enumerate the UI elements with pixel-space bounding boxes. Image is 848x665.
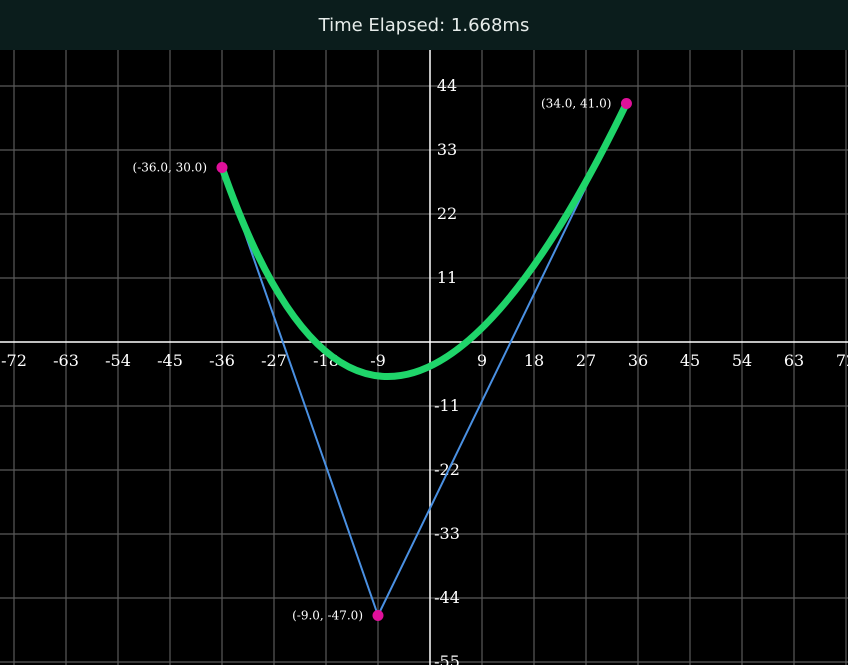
x-tick-label: 54 (732, 351, 752, 370)
bezier-curve (218, 99, 630, 380)
x-tick-label: -72 (1, 351, 27, 370)
x-tick-label: -9 (370, 351, 386, 370)
x-tick-label: 72 (836, 351, 848, 370)
bezier-plot: -72-63-54-45-36-27-18-991827364554637244… (0, 50, 848, 665)
y-tick-label: -44 (434, 588, 460, 607)
y-tick-label: -22 (434, 460, 460, 479)
y-tick-label: 33 (437, 140, 457, 159)
control-point-label: (-36.0, 30.0) (133, 160, 207, 174)
x-tick-label: 27 (576, 351, 596, 370)
x-tick-label: 9 (477, 351, 487, 370)
x-tick-label: 36 (628, 351, 648, 370)
x-tick-label: -63 (53, 351, 79, 370)
control-point (372, 609, 384, 621)
time-elapsed-label: Time Elapsed: (318, 14, 446, 36)
y-tick-label: -55 (434, 652, 460, 665)
x-tick-label: -36 (209, 351, 235, 370)
bezier-curve-line (218, 99, 630, 380)
y-tick-label: 44 (437, 76, 457, 95)
x-tick-label: 18 (524, 351, 544, 370)
y-tick-label: 22 (437, 204, 457, 223)
x-tick-label: 45 (680, 351, 700, 370)
y-tick-label: 11 (437, 268, 457, 287)
control-point-label: (-9.0, -47.0) (292, 608, 363, 622)
x-tick-label: -45 (157, 351, 183, 370)
time-elapsed-bar: Time Elapsed: 1.668ms (0, 0, 848, 50)
x-tick-label: 63 (784, 351, 804, 370)
control-point (216, 161, 228, 173)
x-tick-label: -27 (261, 351, 287, 370)
x-tick-label: -54 (105, 351, 131, 370)
y-tick-label: -11 (434, 396, 460, 415)
control-point (620, 97, 632, 109)
y-tick-label: -33 (434, 524, 460, 543)
control-point-label: (34.0, 41.0) (541, 96, 611, 110)
time-elapsed-value: 1.668ms (450, 14, 530, 36)
